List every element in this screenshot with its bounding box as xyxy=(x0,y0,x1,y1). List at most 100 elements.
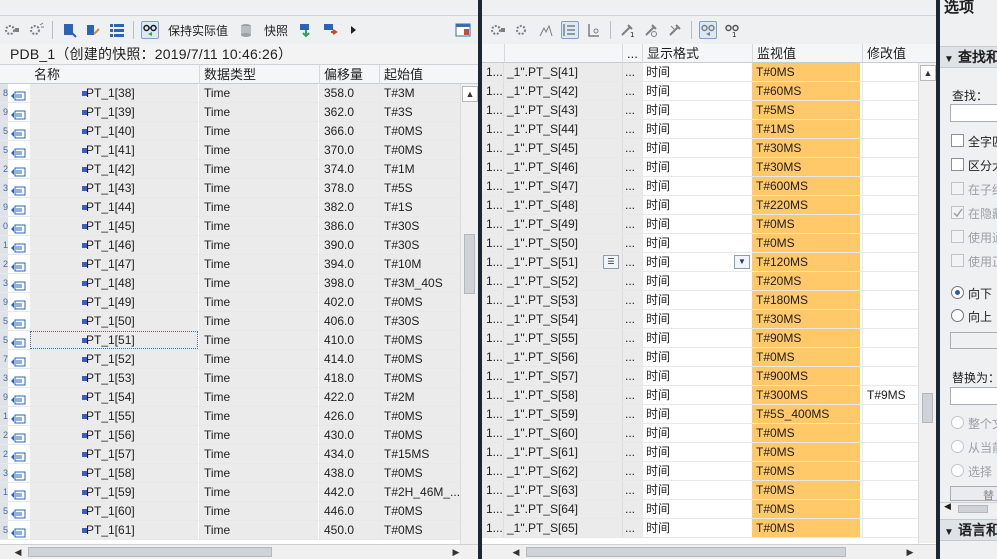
table-row[interactable]: 1... _1".PT_S[57]... 时间 T#900MS xyxy=(482,367,918,386)
table-row[interactable]: 1... _1".PT_S[47]... 时间 T#600MS xyxy=(482,177,918,196)
tag-name[interactable]: PT_1[43] xyxy=(30,179,198,197)
snapshot-button[interactable]: 快照 xyxy=(264,22,288,39)
modify-value[interactable] xyxy=(862,253,918,271)
modify-value[interactable] xyxy=(862,158,918,176)
start-value[interactable]: T#15MS xyxy=(379,445,460,463)
table-row[interactable]: 5 PT_1[41] Time 370.0 T#0MS xyxy=(0,141,460,160)
chevron-down-icon[interactable]: ▼ xyxy=(940,49,958,70)
display-format[interactable]: 时间 xyxy=(642,82,752,100)
table-row[interactable]: 9 PT_1[54] Time 422.0 T#2M xyxy=(0,388,460,407)
start-value[interactable]: T#0MS xyxy=(379,141,460,159)
modify-value[interactable] xyxy=(862,82,918,100)
find-replace-section[interactable]: ▼ 查找和 xyxy=(940,46,997,68)
display-format[interactable]: 时间 xyxy=(642,386,752,404)
table-row[interactable]: 1... _1".PT_S[55]... 时间 T#90MS xyxy=(482,329,918,348)
monitor-once-icon[interactable]: 1 xyxy=(723,21,741,39)
from-current-radio[interactable] xyxy=(951,440,964,453)
display-format[interactable]: 时间 xyxy=(642,177,752,195)
offset-icon[interactable] xyxy=(585,21,603,39)
display-format[interactable]: 时间 xyxy=(642,481,752,499)
modify-value[interactable] xyxy=(862,310,918,328)
start-value[interactable]: T#3M xyxy=(379,84,460,102)
tag-name[interactable]: _1".PT_S[62] xyxy=(504,462,622,480)
table-row[interactable]: 3 PT_1[58] Time 438.0 T#0MS xyxy=(0,464,460,483)
copy-snapshot-icon[interactable] xyxy=(297,21,315,39)
table-row[interactable]: 1... _1".PT_S[50]... 时间 T#0MS xyxy=(482,234,918,253)
mid-horizontal-scrollbar[interactable]: ◀ ▶ xyxy=(482,544,936,559)
tag-name[interactable]: _1".PT_S[44] xyxy=(504,120,622,138)
start-value[interactable]: T#30S xyxy=(379,312,460,330)
table-row[interactable]: 1 PT_1[46] Time 390.0 T#30S xyxy=(0,236,460,255)
edit-list-icon[interactable]: ☰ xyxy=(603,255,619,269)
table-row[interactable]: 1... _1".PT_S[52]... 时间 T#20MS xyxy=(482,272,918,291)
table-row[interactable]: 5 PT_1[50] Time 406.0 T#30S xyxy=(0,312,460,331)
scroll-thumb[interactable] xyxy=(464,234,475,294)
table-row[interactable]: 1... _1".PT_S[64]... 时间 T#0MS xyxy=(482,500,918,519)
tag-name[interactable]: PT_1[56] xyxy=(30,426,198,444)
table-row[interactable]: 1 PT_1[59] Time 442.0 T#2H_46M_... xyxy=(0,483,460,502)
tag-name[interactable]: PT_1[52] xyxy=(30,350,198,368)
tag-name[interactable]: PT_1[48] xyxy=(30,274,198,292)
modify-value[interactable] xyxy=(862,500,918,518)
start-value[interactable]: T#10M xyxy=(379,255,460,273)
edit-icon[interactable] xyxy=(84,21,102,39)
tag-name[interactable]: PT_1[40] xyxy=(30,122,198,140)
tag-name[interactable]: _1".PT_S[60] xyxy=(504,424,622,442)
start-value[interactable]: T#0MS xyxy=(379,521,460,539)
tag-name[interactable]: PT_1[38] xyxy=(30,84,198,102)
whole-doc-radio[interactable] xyxy=(951,416,964,429)
monitor-all-icon[interactable] xyxy=(60,21,78,39)
table-row[interactable]: 5 PT_1[61] Time 450.0 T#0MS xyxy=(0,521,460,540)
tag-name[interactable]: PT_1[59] xyxy=(30,483,198,501)
modify-now-icon[interactable] xyxy=(642,21,660,39)
modify-value[interactable] xyxy=(862,291,918,309)
display-format[interactable]: 时间 xyxy=(642,139,752,157)
selection-radio[interactable] xyxy=(951,464,964,477)
table-row[interactable]: 1... _1".PT_S[56]... 时间 T#0MS xyxy=(482,348,918,367)
modify-value[interactable] xyxy=(862,101,918,119)
start-value[interactable]: T#2H_46M_... xyxy=(379,483,460,501)
table-row[interactable]: 1... _1".PT_S[54]... 时间 T#30MS xyxy=(482,310,918,329)
tag-name[interactable]: PT_1[50] xyxy=(30,312,198,330)
h-scroll-thumb[interactable] xyxy=(28,547,272,557)
col-format-header[interactable]: 显示格式 xyxy=(642,44,752,63)
tag-name[interactable]: PT_1[55] xyxy=(30,407,198,425)
sub-structure-checkbox[interactable] xyxy=(951,182,964,195)
h-scroll-thumb[interactable] xyxy=(958,505,988,513)
display-format[interactable]: 时间 xyxy=(642,196,752,214)
tag-name[interactable]: PT_1[46] xyxy=(30,236,198,254)
replace-input[interactable] xyxy=(950,387,997,405)
modify-value[interactable] xyxy=(862,519,918,537)
force-icon[interactable] xyxy=(666,21,684,39)
display-format[interactable]: 时间 xyxy=(642,443,752,461)
keep-actual-values-button[interactable]: 保持实际值 xyxy=(168,22,228,39)
modify-once-icon[interactable]: 1 xyxy=(618,21,636,39)
table-row[interactable]: 3 PT_1[53] Time 418.0 T#0MS xyxy=(0,369,460,388)
table-row[interactable]: 5 PT_1[60] Time 446.0 T#0MS xyxy=(0,502,460,521)
start-value[interactable]: T#0MS xyxy=(379,369,460,387)
chevron-down-icon[interactable]: ▼ xyxy=(940,522,958,543)
start-value[interactable]: T#0MS xyxy=(379,122,460,140)
list-view-icon[interactable] xyxy=(108,21,126,39)
display-format[interactable]: 时间 xyxy=(642,234,752,252)
col-modify-header[interactable]: 修改值 xyxy=(862,44,918,63)
modify-value[interactable] xyxy=(862,367,918,385)
monitor-glasses-icon[interactable] xyxy=(141,21,159,39)
left-horizontal-scrollbar[interactable]: ◀ ▶ xyxy=(0,544,478,559)
table-row[interactable]: 9 PT_1[44] Time 382.0 T#1S xyxy=(0,198,460,217)
display-format[interactable]: 时间 xyxy=(642,500,752,518)
col-dots-header[interactable]: ... xyxy=(622,44,642,63)
start-value[interactable]: T#1M xyxy=(379,160,460,178)
show-values-icon[interactable] xyxy=(561,21,579,39)
table-row[interactable]: 7 PT_1[52] Time 414.0 T#0MS xyxy=(0,350,460,369)
find-input[interactable] xyxy=(950,104,997,122)
table-row[interactable]: 2 PT_1[42] Time 374.0 T#1M xyxy=(0,160,460,179)
tag-name[interactable]: PT_1[57] xyxy=(30,445,198,463)
modify-value[interactable] xyxy=(862,481,918,499)
table-row[interactable]: 1... _1".PT_S[51]... 时间 T#120MS ☰ ▼ xyxy=(482,253,918,272)
find-button[interactable] xyxy=(950,332,997,349)
modify-value[interactable] xyxy=(862,405,918,423)
more-arrow-icon[interactable] xyxy=(345,21,363,39)
tag-name[interactable]: _1".PT_S[49] xyxy=(504,215,622,233)
display-format[interactable]: 时间 xyxy=(642,367,752,385)
